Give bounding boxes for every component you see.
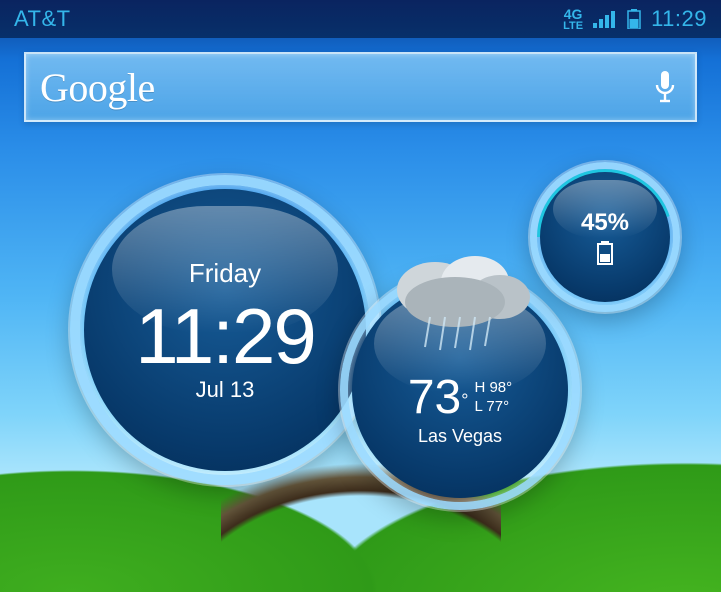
clock-day: Friday xyxy=(189,258,261,289)
rain-cloud-icon xyxy=(375,242,545,352)
carrier-label: AT&T xyxy=(14,6,71,32)
status-indicators: 4G LTE 11:29 xyxy=(563,6,707,32)
clock-date: Jul 13 xyxy=(196,377,255,403)
status-time: 11:29 xyxy=(651,6,707,32)
status-bar[interactable]: AT&T 4G LTE 11:29 xyxy=(0,0,721,38)
signal-bars-icon xyxy=(593,10,617,28)
battery-widget[interactable]: 45% xyxy=(530,162,680,312)
google-search-bar[interactable]: Google xyxy=(24,52,697,122)
battery-status-icon xyxy=(627,9,641,29)
network-4g-lte-icon: 4G LTE xyxy=(563,7,583,32)
weather-high-low: H 98° L 77° xyxy=(474,379,512,417)
microphone-icon[interactable] xyxy=(653,69,677,105)
weather-temp: 73° xyxy=(408,374,469,422)
battery-percent: 45% xyxy=(581,209,629,237)
battery-icon xyxy=(596,241,614,265)
weather-location: Las Vegas xyxy=(418,426,502,447)
google-logo: Google xyxy=(40,64,155,111)
widget-cluster: Friday 11:29 Jul 13 73° H 98° L 77° Las … xyxy=(0,150,721,592)
clock-widget[interactable]: Friday 11:29 Jul 13 xyxy=(70,175,380,485)
weather-widget[interactable]: 73° H 98° L 77° Las Vegas xyxy=(340,270,580,510)
clock-time: 11:29 xyxy=(135,297,314,375)
